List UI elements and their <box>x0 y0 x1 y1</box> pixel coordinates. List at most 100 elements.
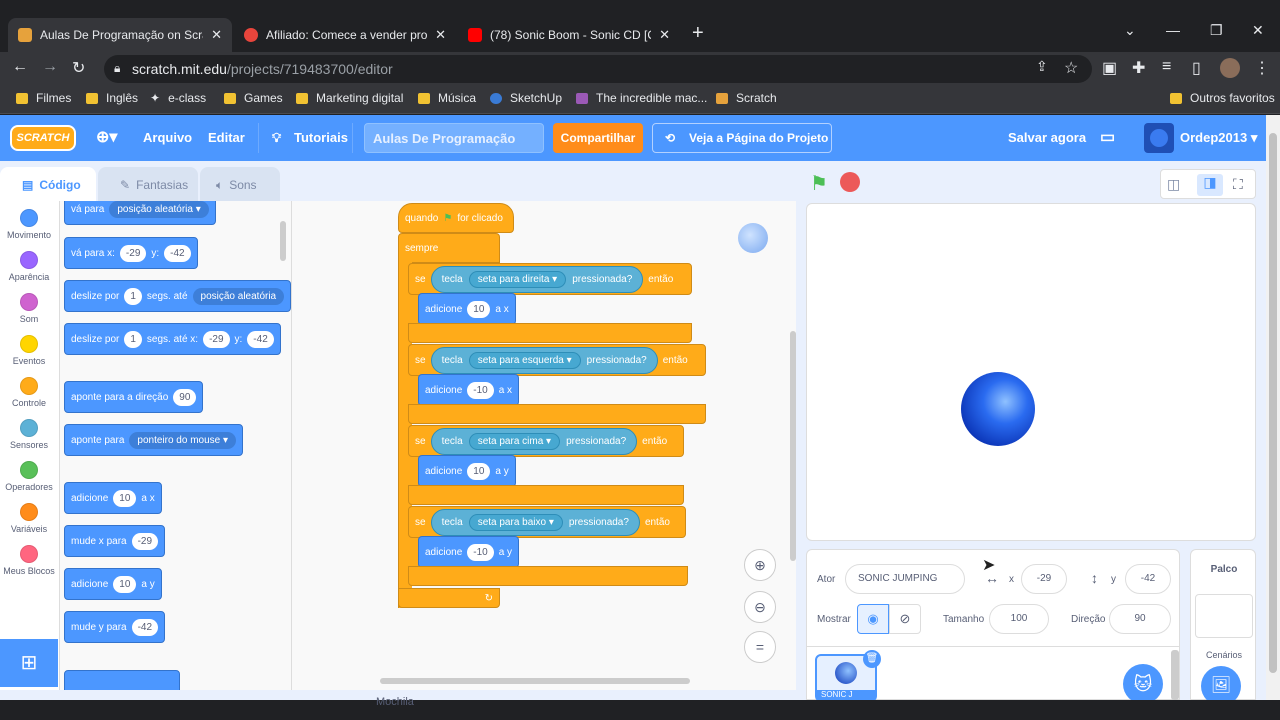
save-now-button[interactable]: Salvar agora <box>1008 130 1086 145</box>
back-icon[interactable]: ← <box>12 58 28 76</box>
forward-icon[interactable]: → <box>42 58 58 76</box>
menu-kebab-icon[interactable]: ⋮ <box>1254 58 1270 78</box>
restore-icon[interactable]: ❐ <box>1210 22 1223 39</box>
add-extension-button[interactable]: ⊞ <box>0 639 58 687</box>
zoom-in-button[interactable]: ⊕ <box>744 549 776 581</box>
tab-youtube[interactable]: (78) Sonic Boom - Sonic CD [OST] ✕ <box>458 18 680 52</box>
fullscreen-icon[interactable]: ⛶ <box>1233 176 1243 193</box>
green-flag-button[interactable]: ⚑ <box>810 171 828 196</box>
close-window-icon[interactable]: ✕ <box>1252 22 1264 39</box>
share-button[interactable]: Compartilhar <box>553 123 643 153</box>
tutorials-button[interactable]: Tutoriais <box>294 130 348 145</box>
tab-scratch[interactable]: Aulas De Programação on Scratch ✕ <box>8 18 232 52</box>
direction-input[interactable]: 90 <box>1109 604 1171 634</box>
share-icon[interactable]: ⇪ <box>1036 58 1048 75</box>
project-title-input[interactable]: Aulas De Programação <box>364 123 544 153</box>
lock-icon[interactable]: 🔒︎ <box>114 61 120 76</box>
tab-costumes[interactable]: ✎ Fantasias <box>98 167 198 203</box>
file-menu[interactable]: Arquivo <box>143 130 192 145</box>
category-events[interactable]: Eventos <box>0 335 58 366</box>
stage-thumbnail[interactable] <box>1195 594 1253 638</box>
category-my-blocks[interactable]: Meus Blocos <box>0 545 58 576</box>
page-scrollbar[interactable] <box>1266 115 1280 700</box>
sprite-list-scrollbar[interactable] <box>1171 650 1179 700</box>
bookmark-ingles[interactable]: Inglês <box>86 91 138 105</box>
add-sprite-button[interactable]: 🐱︎ <box>1123 664 1163 704</box>
script-horizontal-scrollbar[interactable] <box>380 678 690 684</box>
close-tab-icon[interactable]: ✕ <box>211 27 222 43</box>
size-input[interactable]: 100 <box>989 604 1049 634</box>
bookmark-other[interactable]: Outros favoritos <box>1170 91 1275 105</box>
category-operators[interactable]: Operadores <box>0 461 58 492</box>
zoom-out-button[interactable]: ⊖ <box>744 591 776 623</box>
bookmark-filmes[interactable]: Filmes <box>16 91 71 105</box>
see-project-page-button[interactable]: ⟲ Veja a Página do Projeto <box>652 123 832 153</box>
bookmark-sketchup[interactable]: SketchUp <box>490 91 562 105</box>
stop-button[interactable] <box>840 172 860 192</box>
profile-avatar[interactable] <box>1220 58 1240 78</box>
bookmark-eclass[interactable]: ✦ e-class <box>150 91 206 105</box>
point-towards-block[interactable]: aponte para ponteiro do mouse ▾ <box>64 424 244 456</box>
scratch-logo[interactable]: SCRATCH <box>10 125 76 151</box>
tab-search-icon[interactable]: ⌄ <box>1124 22 1136 39</box>
x-input[interactable]: -29 <box>1021 564 1067 594</box>
change-x-left-block[interactable]: adicione -10 a x <box>418 374 520 406</box>
tab-code[interactable]: ▤ Código <box>0 167 96 203</box>
palette-scrollbar[interactable] <box>280 221 286 261</box>
puzzle-icon[interactable]: ✚ <box>1132 58 1145 78</box>
motion-block-partial[interactable] <box>64 670 180 690</box>
delete-sprite-icon[interactable]: 🗑︎ <box>863 650 881 668</box>
bookmark-musica[interactable]: Música <box>418 91 476 105</box>
url-input[interactable]: scratch.mit.edu/projects/719483700/edito… <box>104 55 1092 83</box>
glide-random-block[interactable]: deslize por 1 segs. até posição aleatória <box>64 280 291 312</box>
language-globe-icon[interactable]: ⊕▾ <box>96 127 117 147</box>
category-variables[interactable]: Variáveis <box>0 503 58 534</box>
extension-icon[interactable]: ▣ <box>1102 58 1117 78</box>
script-vertical-scrollbar[interactable] <box>790 331 796 561</box>
change-x-right-block[interactable]: adicione 10 a x <box>418 293 516 325</box>
bookmark-marketing[interactable]: Marketing digital <box>296 91 403 105</box>
category-motion[interactable]: Movimento <box>0 209 58 240</box>
bookmark-star-icon[interactable]: ☆ <box>1064 58 1078 78</box>
sonic-ball-sprite[interactable] <box>961 372 1035 446</box>
goto-xy-block[interactable]: vá para x: -29 y: -42 <box>64 237 198 269</box>
reload-icon[interactable]: ↻ <box>72 58 85 78</box>
media-icon[interactable]: ≡ <box>1162 58 1171 76</box>
forever-block[interactable]: sempre <box>398 233 500 263</box>
set-x-block[interactable]: mude x para -29 <box>64 525 166 557</box>
y-input[interactable]: -42 <box>1125 564 1171 594</box>
sprite-name-input[interactable]: SONIC JUMPING <box>845 564 965 594</box>
change-y-up-block[interactable]: adicione 10 a y <box>418 455 516 487</box>
category-control[interactable]: Controle <box>0 377 58 408</box>
page-scroll-thumb[interactable] <box>1269 133 1277 673</box>
minimize-icon[interactable]: — <box>1166 22 1180 38</box>
point-direction-block[interactable]: aponte para a direção 90 <box>64 381 204 413</box>
close-tab-icon[interactable]: ✕ <box>659 27 670 43</box>
edit-menu[interactable]: Editar <box>208 130 245 145</box>
close-tab-icon[interactable]: ✕ <box>435 27 446 43</box>
username-menu[interactable]: Ordep2013 ▾ <box>1180 130 1257 146</box>
backpack-label[interactable]: Mochila <box>376 696 414 708</box>
glide-xy-block[interactable]: deslize por 1 segs. até x: -29 y: -42 <box>64 323 281 355</box>
show-eye-icon[interactable]: ◉ <box>857 604 889 634</box>
small-stage-icon[interactable]: ◫ <box>1167 176 1180 193</box>
hide-eye-icon[interactable]: ⊘ <box>889 604 921 634</box>
zoom-reset-button[interactable]: = <box>744 631 776 663</box>
side-panel-icon[interactable]: ▯ <box>1192 58 1201 78</box>
bookmark-incredible[interactable]: The incredible mac... <box>576 91 707 105</box>
my-stuff-folder-icon[interactable]: ▭ <box>1100 127 1115 147</box>
bookmark-games[interactable]: Games <box>224 91 283 105</box>
category-sensing[interactable]: Sensores <box>0 419 58 450</box>
category-looks[interactable]: Aparência <box>0 251 58 282</box>
normal-stage-icon[interactable]: ◨ <box>1197 174 1223 196</box>
bookmark-scratch[interactable]: Scratch <box>716 91 777 105</box>
category-sound[interactable]: Som <box>0 293 58 324</box>
stage-canvas[interactable] <box>806 203 1256 541</box>
tab-sounds[interactable]: 🔈︎ Sons <box>200 167 280 203</box>
new-tab-icon[interactable]: + <box>692 22 704 45</box>
set-y-block[interactable]: mude y para -42 <box>64 611 166 643</box>
when-flag-clicked-block[interactable]: quando ⚑ for clicado <box>398 203 514 233</box>
change-x-block[interactable]: adicione 10 a x <box>64 482 162 514</box>
if-right-block[interactable]: se tecla seta para direita ▾ pressionada? … <box>408 263 692 295</box>
user-avatar[interactable] <box>1144 123 1174 153</box>
